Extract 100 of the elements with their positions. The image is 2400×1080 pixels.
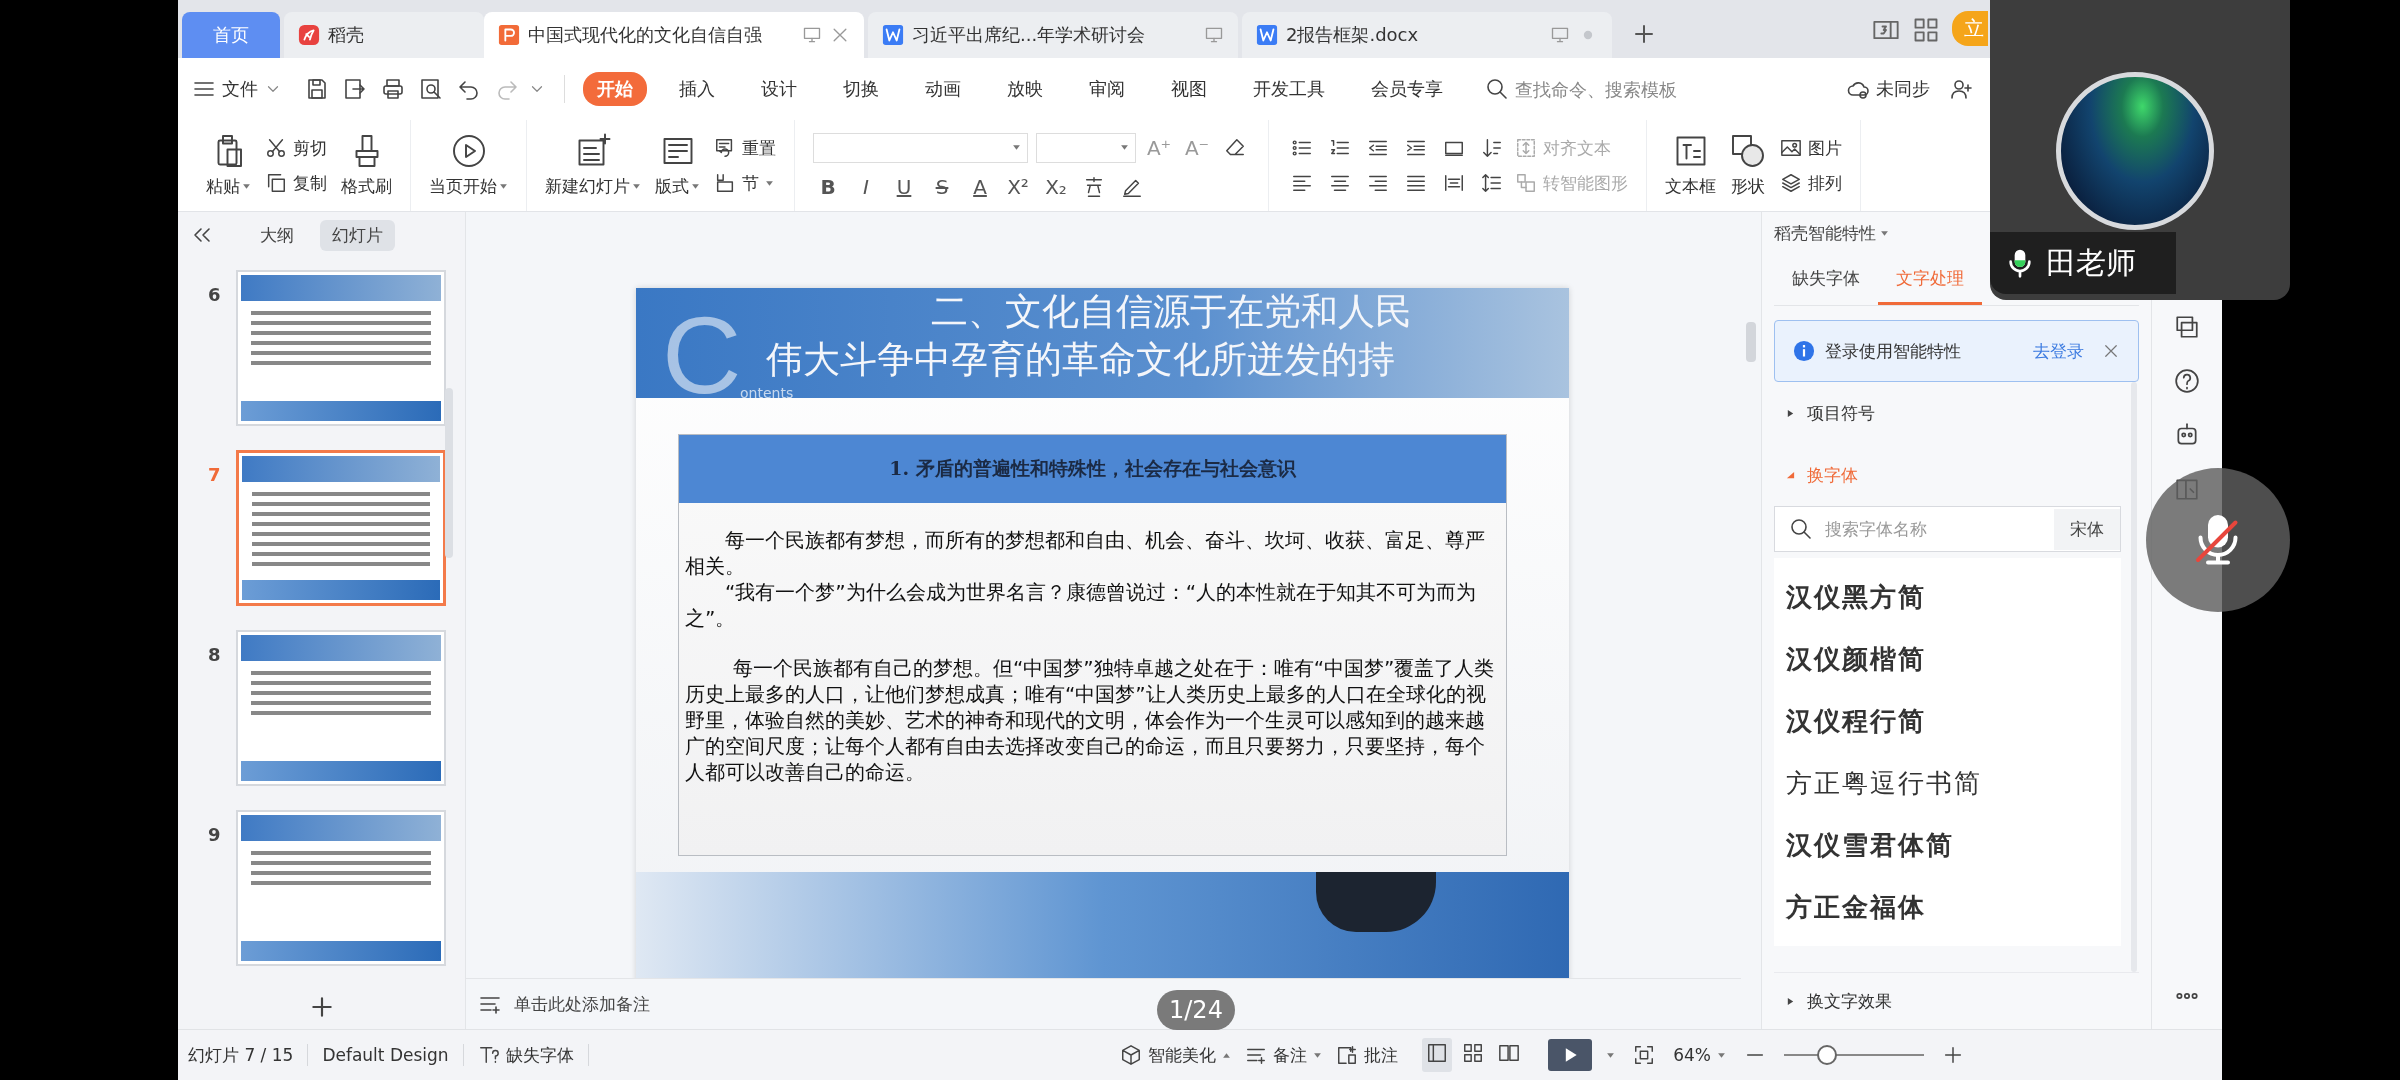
panel-tab[interactable]: 缺失字体 xyxy=(1774,259,1878,305)
comment-icon xyxy=(1336,1044,1359,1066)
layout-button[interactable]: 版式 xyxy=(655,133,700,198)
text-format-button[interactable]: S xyxy=(927,174,957,199)
print-preview-icon[interactable] xyxy=(419,77,443,101)
caret-icon xyxy=(499,182,508,191)
section-button[interactable]: 节 xyxy=(714,171,776,195)
new-tab-plus-icon[interactable] xyxy=(1632,22,1656,46)
speaker-label: 田老师 xyxy=(1990,232,2176,294)
text-format-button[interactable]: I xyxy=(851,174,881,199)
panel-tab[interactable]: 大纲 xyxy=(248,219,306,251)
ribbon-tab[interactable]: 插入 xyxy=(665,72,729,106)
play-from-current-button[interactable]: 当页开始 xyxy=(429,133,508,198)
robot-icon[interactable] xyxy=(2174,422,2200,448)
copy-button[interactable]: 复制 xyxy=(265,171,327,195)
font-option[interactable]: 方正粤逗行书简 xyxy=(1786,752,2109,814)
new-slide-button[interactable]: 新建幻灯片 xyxy=(545,133,641,198)
ribbon-tab[interactable]: 放映 xyxy=(993,72,1057,106)
caret-icon xyxy=(1120,143,1129,152)
ribbon-tab[interactable]: 动画 xyxy=(911,72,975,106)
zoom-in-icon[interactable] xyxy=(1942,1044,1964,1066)
slide-thumbnail[interactable] xyxy=(236,270,446,426)
slide-thumbnail[interactable] xyxy=(236,810,446,966)
text-format-button[interactable]: X₂ xyxy=(1041,174,1071,199)
text-format-button[interactable]: A xyxy=(965,174,995,199)
monitor-icon[interactable] xyxy=(802,25,822,45)
slide-thumbnail[interactable] xyxy=(236,630,446,786)
sort-icon[interactable] xyxy=(1481,137,1503,159)
scrollbar-track[interactable] xyxy=(2131,382,2137,972)
login-link[interactable]: 去登录 xyxy=(2033,339,2084,363)
slide-title-line: 二、文化自信源于在党和人民 xyxy=(931,289,1412,335)
scrollbar-thumb[interactable] xyxy=(445,388,453,558)
swap-icon[interactable] xyxy=(2174,314,2200,340)
section-header[interactable]: 项目符号 xyxy=(1774,382,2139,444)
ribbon-tab[interactable]: 视图 xyxy=(1157,72,1221,106)
beautify-button[interactable]: 智能美化 xyxy=(1120,1043,1232,1067)
picture-button[interactable]: 图片 xyxy=(1780,136,1842,160)
slide-thumbnail[interactable] xyxy=(236,450,446,606)
caret-icon xyxy=(1717,1050,1726,1060)
file-menu[interactable]: 文件 xyxy=(192,77,282,101)
text-format-button[interactable]: X² xyxy=(1003,174,1033,199)
save-icon[interactable] xyxy=(305,77,329,101)
print-icon[interactable] xyxy=(381,77,405,101)
text-format-button[interactable]: U xyxy=(889,174,919,199)
caret-icon[interactable] xyxy=(1606,1050,1616,1060)
command-search-field[interactable]: 查找命令、搜索模板 xyxy=(1485,77,1737,101)
line-spacing-icon[interactable] xyxy=(1481,172,1503,194)
close-icon[interactable] xyxy=(2102,342,2120,360)
caret-icon xyxy=(691,182,700,191)
page-indicator: 1/24 xyxy=(1157,990,1235,1030)
play-button[interactable] xyxy=(1548,1039,1593,1071)
section-icon xyxy=(714,172,736,194)
theme-name[interactable]: Default Design xyxy=(322,1045,449,1065)
copy-icon xyxy=(265,172,287,194)
zoom-slider-thumb[interactable] xyxy=(1817,1045,1837,1065)
fit-to-window-icon[interactable] xyxy=(1633,1044,1656,1066)
help-icon[interactable] xyxy=(2174,368,2200,394)
panel-tab[interactable]: 幻灯片 xyxy=(320,219,395,251)
document-tab[interactable]: 中国式现代化的文化自信自强 xyxy=(484,12,864,58)
reset-button[interactable]: 重置 xyxy=(714,136,776,160)
body-paragraph: “我有一个梦”为什么会成为世界名言？康德曾说过：“人的本性就在于知其不可为而为之”。 xyxy=(685,579,1478,632)
body-paragraph: 每一个民族都有自己的梦想。但“中国梦”独特卓越之处在于：唯有“中国梦”覆盖了人类历史上最多的人口，让他们梦想成真；唯有“中国梦”让人类历史上最多的人口在全球化的视野里，体验自然的美妙、艺术的神奇和现代的文明，体会作为一个生灵可以感知到的越来越广的空间尺度；让每个人都有自由去选择改变自己的命运，而且只要努力，只要坚持，每个人都可以改善自己的命运。 xyxy=(685,655,1496,786)
cut-button[interactable]: 剪切 xyxy=(265,136,327,160)
comments-button[interactable]: 批注 xyxy=(1336,1043,1399,1067)
document-tab[interactable]: 习近平出席纪...年学术研讨会 xyxy=(868,12,1238,58)
grid-icon[interactable] xyxy=(1912,16,1940,44)
font-option[interactable]: 汉仪颜楷简 xyxy=(1786,628,2109,690)
arrange-button[interactable]: 排列 xyxy=(1780,171,1842,195)
font-search-field[interactable]: 搜索字体名称 xyxy=(1823,518,1977,540)
ribbon-tab[interactable]: 设计 xyxy=(747,72,811,106)
paste-button[interactable]: 粘贴 xyxy=(206,133,251,198)
document-tab[interactable]: 2报告框架.docx xyxy=(1242,12,1612,58)
ribbon-tab[interactable]: 审阅 xyxy=(1075,72,1139,106)
font-option[interactable]: 方正金福体 xyxy=(1786,876,2109,938)
ribbon-tab[interactable]: 开发工具 xyxy=(1239,72,1339,106)
format-painter-button[interactable]: 格式刷 xyxy=(341,133,392,198)
font-option[interactable]: 汉仪程行简 xyxy=(1786,690,2109,752)
ribbon-tab[interactable]: 切换 xyxy=(829,72,893,106)
caret-icon xyxy=(632,182,641,191)
current-font-button[interactable]: 宋体 xyxy=(2054,508,2120,550)
bulleted-list-icon[interactable] xyxy=(1291,137,1313,159)
text-box-button[interactable]: 文本框 xyxy=(1665,133,1716,198)
export-icon[interactable] xyxy=(343,77,367,101)
shapes-button[interactable]: 形状 xyxy=(1730,133,1766,198)
notes-button[interactable]: 备注 xyxy=(1245,1043,1323,1067)
caret-icon xyxy=(1880,229,1889,238)
ribbon-tab[interactable]: 会员专享 xyxy=(1357,72,1457,106)
document-tab[interactable]: 稻壳 xyxy=(284,12,484,58)
missing-fonts-button[interactable]: 缺失字体 xyxy=(477,1043,574,1067)
add-person-icon[interactable] xyxy=(1949,77,1973,101)
sync-status-button[interactable]: 未同步 xyxy=(1846,77,1930,101)
normal-view-button[interactable] xyxy=(1422,1038,1453,1072)
phonetic-guide-icon[interactable] xyxy=(1083,175,1105,198)
text-format-button[interactable]: B xyxy=(813,174,843,199)
scrollbar-thumb[interactable] xyxy=(1746,322,1756,362)
distribute-icon[interactable] xyxy=(1443,172,1465,194)
font-option[interactable]: 汉仪黑方简 xyxy=(1786,566,2109,628)
zoom-level-dropdown[interactable]: 64% xyxy=(1673,1045,1726,1065)
font-option[interactable]: 汉仪雪君体简 xyxy=(1786,814,2109,876)
panel-title-dropdown[interactable]: 稻壳智能特性 xyxy=(1774,222,1889,245)
